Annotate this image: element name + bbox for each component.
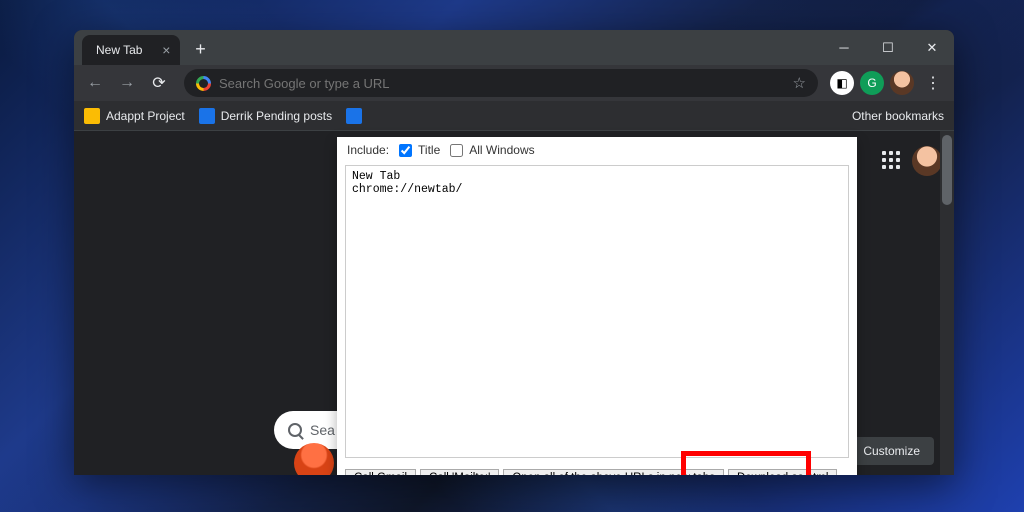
title-checkbox[interactable] — [399, 144, 412, 157]
reload-button[interactable]: ⟳ — [146, 70, 172, 96]
extension-popup: Include: Title All Windows Call Gmail Ca… — [337, 137, 857, 475]
all-windows-label: All Windows — [469, 143, 534, 157]
bookmark-label: Derrik Pending posts — [221, 109, 332, 123]
url-textarea[interactable] — [345, 165, 849, 458]
shortcut-icon[interactable] — [294, 443, 334, 475]
bookmark-item[interactable] — [346, 108, 362, 124]
bookmark-item[interactable]: Adappt Project — [84, 108, 185, 124]
bookmark-icon — [346, 108, 362, 124]
search-icon — [288, 423, 302, 437]
bookmark-star-icon[interactable]: ☆ — [793, 74, 806, 92]
omnibox-input[interactable] — [219, 76, 785, 91]
account-avatar[interactable] — [912, 146, 942, 176]
open-urls-button[interactable]: Open all of the above URLs in new tabs — [503, 469, 724, 475]
call-gmail-button[interactable]: Call Gmail — [345, 469, 416, 475]
scrollbar[interactable] — [940, 131, 954, 475]
search-text: Sea — [310, 422, 335, 438]
all-windows-checkbox[interactable] — [450, 144, 463, 157]
popup-header: Include: Title All Windows — [337, 137, 857, 163]
profile-avatar-icon[interactable] — [890, 71, 914, 95]
minimize-button[interactable]: ─ — [822, 30, 866, 65]
popup-actions: Call Gmail Call 'Mailto:' Open all of th… — [337, 464, 857, 475]
extension-icon-1[interactable]: ◧ — [830, 71, 854, 95]
titlebar: New Tab × + ─ ☐ ✕ — [74, 30, 954, 65]
other-bookmarks[interactable]: Other bookmarks — [852, 109, 944, 123]
extension-icon-2[interactable]: G — [860, 71, 884, 95]
tab-close-icon[interactable]: × — [162, 42, 170, 58]
title-checkbox-label: Title — [418, 143, 440, 157]
bookmark-label: Adappt Project — [106, 109, 185, 123]
tab-title: New Tab — [96, 43, 142, 57]
call-mailto-button[interactable]: Call 'Mailto:' — [420, 469, 499, 475]
page-content: Sea Customize Include: Title All Windows… — [74, 131, 954, 475]
chrome-window: New Tab × + ─ ☐ ✕ ← → ⟳ ☆ ◧ G ⋮ Adappt P… — [74, 30, 954, 475]
other-bookmarks-label: Other bookmarks — [852, 109, 944, 123]
menu-button[interactable]: ⋮ — [920, 70, 946, 96]
back-button[interactable]: ← — [82, 70, 108, 96]
bookmarks-bar: Adappt Project Derrik Pending posts Othe… — [74, 101, 954, 131]
close-button[interactable]: ✕ — [910, 30, 954, 65]
window-controls: ─ ☐ ✕ — [822, 30, 954, 65]
bookmark-item[interactable]: Derrik Pending posts — [199, 108, 332, 124]
address-bar[interactable]: ☆ — [184, 69, 818, 97]
maximize-button[interactable]: ☐ — [866, 30, 910, 65]
bookmark-icon — [199, 108, 215, 124]
browser-tab[interactable]: New Tab × — [82, 35, 180, 65]
customize-button[interactable]: Customize — [849, 437, 934, 465]
toolbar: ← → ⟳ ☆ ◧ G ⋮ — [74, 65, 954, 101]
include-label: Include: — [347, 143, 389, 157]
forward-button[interactable]: → — [114, 70, 140, 96]
folder-icon — [84, 108, 100, 124]
new-tab-button[interactable]: + — [186, 35, 214, 63]
google-icon — [196, 76, 211, 91]
download-html-button[interactable]: Download as html — [728, 469, 837, 475]
apps-grid-icon[interactable] — [882, 151, 902, 171]
